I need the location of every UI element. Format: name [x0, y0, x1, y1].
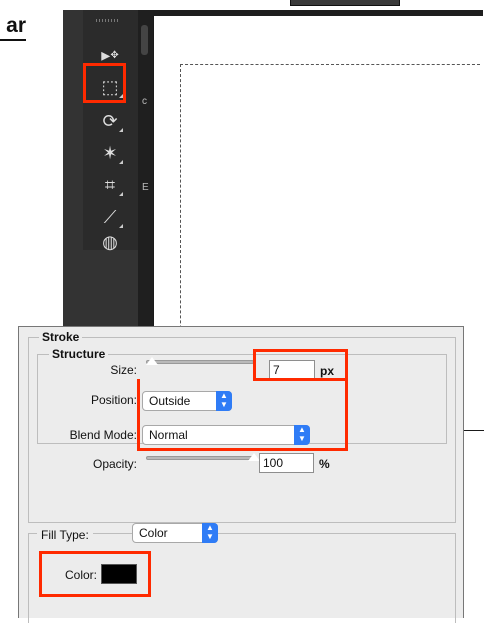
panel-grip[interactable]: [96, 19, 118, 22]
opacity-input[interactable]: 100: [259, 453, 314, 473]
blend-mode-label: Blend Mode:: [69, 428, 137, 442]
blend-mode-value: Normal: [149, 428, 188, 442]
collapsed-panel-letter: c: [142, 96, 147, 107]
crop-tool-icon[interactable]: ⌗: [87, 170, 133, 200]
tool-flyout-corner: [119, 224, 123, 228]
healing-brush-tool-icon[interactable]: ◍: [87, 232, 133, 252]
chevron-updown-icon: ▲ ▼: [294, 425, 310, 445]
fill-type-row: Fill Type:: [37, 523, 93, 545]
heading-underline: [0, 39, 26, 41]
document-tab[interactable]: [290, 0, 400, 6]
window-top-right: [290, 0, 420, 6]
eyedropper-tool-glyph: ⟋: [103, 206, 117, 227]
heading-text: ar: [6, 14, 26, 37]
collapsed-panel-letter: E: [142, 182, 149, 193]
opacity-unit: %: [319, 457, 330, 471]
color-highlight: [39, 551, 151, 597]
position-label: Position:: [90, 393, 137, 407]
chevron-updown-icon: ▲ ▼: [202, 523, 218, 543]
size-label: Size:: [110, 363, 137, 377]
blend-mode-select[interactable]: Normal ▲ ▼: [142, 425, 310, 445]
crop-tool-glyph: ⌗: [104, 174, 116, 195]
tool-flyout-corner: [119, 160, 123, 164]
marquee-tool-highlight: [83, 63, 126, 103]
tool-flyout-corner: [119, 192, 123, 196]
stroke-group-title: Stroke: [39, 330, 83, 344]
panel-scrollbar[interactable]: [141, 25, 148, 55]
structure-group-title: Structure: [49, 347, 109, 361]
tool-flyout-corner: [119, 128, 123, 132]
fill-type-label: Fill Type:: [41, 528, 89, 542]
eyedropper-tool-icon[interactable]: ⟋: [87, 202, 133, 232]
opacity-slider-track[interactable]: [146, 456, 254, 460]
stroke-dialog: Stroke Structure Size: 7 px Position: Ou…: [18, 326, 464, 623]
fill-type-value: Color: [139, 526, 168, 540]
lasso-tool-icon[interactable]: ⟳: [87, 106, 133, 136]
magic-wand-tool-icon[interactable]: ✶: [87, 138, 133, 168]
magic-wand-tool-glyph: ✶: [102, 142, 118, 163]
opacity-label: Opacity:: [92, 457, 137, 471]
healing-tool-glyph: ◍: [102, 231, 118, 252]
fill-type-select[interactable]: Color ▲ ▼: [132, 523, 218, 543]
panel-divider: [138, 10, 153, 340]
page-heading-fragment: ar: [0, 14, 26, 42]
lasso-tool-glyph: ⟳: [102, 110, 118, 131]
